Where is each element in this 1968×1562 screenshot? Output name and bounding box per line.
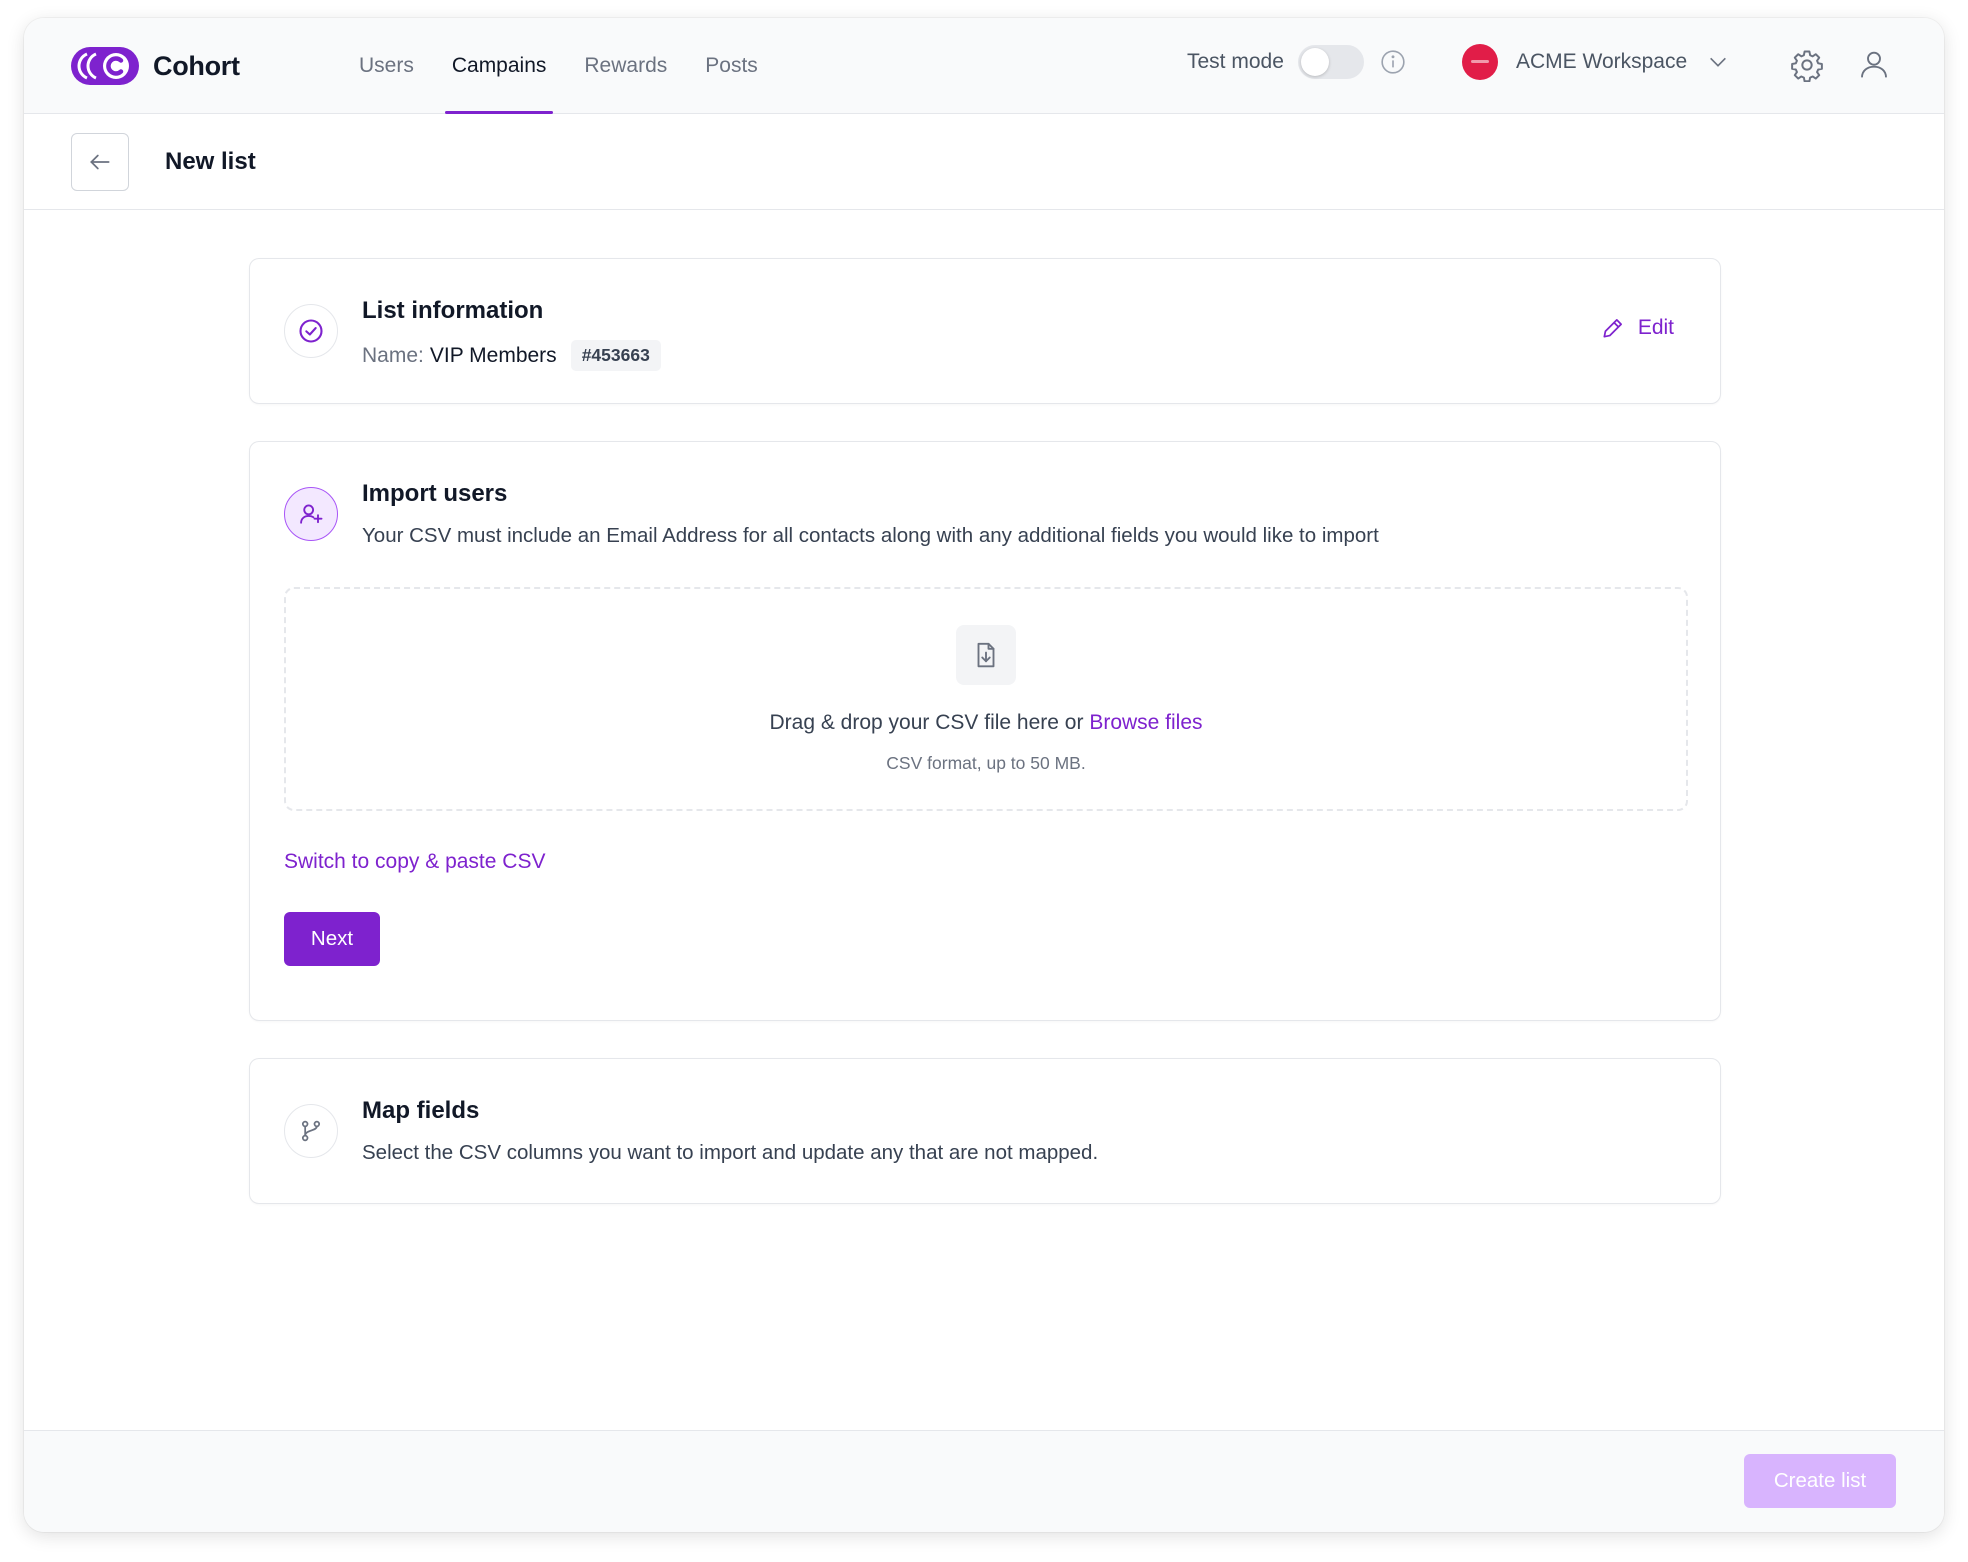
app-window: Cohort Users Campains Rewards Posts Test… — [24, 18, 1944, 1532]
page-title: New list — [165, 148, 256, 175]
pencil-icon — [1603, 319, 1622, 338]
page-header: New list — [24, 114, 1944, 210]
back-button[interactable] — [71, 133, 129, 191]
tab-rewards[interactable]: Rewards — [565, 18, 686, 114]
app-name: Cohort — [153, 50, 240, 81]
top-navigation: Cohort Users Campains Rewards Posts Test… — [24, 18, 1944, 114]
gear-icon[interactable] — [1790, 48, 1824, 82]
cohort-logo-icon — [71, 47, 139, 85]
logo[interactable]: Cohort — [71, 47, 240, 85]
name-label: Name: — [362, 343, 424, 367]
map-fields-title: Map fields — [362, 1097, 480, 1124]
map-fields-card: Map fields Select the CSV columns you wa… — [249, 1058, 1721, 1204]
list-id-badge: #453663 — [570, 340, 661, 371]
info-icon[interactable] — [1380, 49, 1406, 75]
map-fields-description: Select the CSV columns you want to impor… — [362, 1141, 1099, 1164]
list-info-title: List information — [362, 297, 544, 324]
next-button[interactable]: Next — [284, 912, 380, 966]
import-users-card: Import users Your CSV must include an Em… — [249, 441, 1721, 1021]
workspace-switcher[interactable]: ACME Workspace — [1462, 44, 1729, 80]
dropzone-text-line: Drag & drop your CSV file here or Browse… — [286, 711, 1686, 735]
list-name-line: Name: VIP Members #453663 — [362, 340, 661, 371]
toggle-knob — [1300, 48, 1329, 76]
workspace-name: ACME Workspace — [1516, 50, 1688, 73]
check-circle-icon — [299, 319, 323, 343]
arrow-left-icon — [90, 154, 110, 170]
edit-label: Edit — [1637, 316, 1674, 339]
edit-button[interactable]: Edit — [1600, 315, 1674, 341]
import-users-description: Your CSV must include an Email Address f… — [362, 524, 1379, 547]
import-users-title: Import users — [362, 480, 508, 507]
tab-campains[interactable]: Campains — [433, 18, 566, 114]
test-mode: Test mode — [1187, 45, 1406, 79]
dropzone-text: Drag & drop your CSV file here or — [769, 711, 1084, 734]
switch-to-paste-link[interactable]: Switch to copy & paste CSV — [284, 850, 545, 874]
list-information-card: List information Name: VIP Members #4536… — [249, 258, 1721, 404]
csv-dropzone[interactable]: Drag & drop your CSV file here or Browse… — [284, 587, 1688, 811]
file-download-icon — [977, 642, 995, 668]
user-icon[interactable] — [1858, 48, 1890, 80]
list-info-status — [284, 304, 338, 358]
tab-users[interactable]: Users — [340, 18, 433, 114]
tab-posts[interactable]: Posts — [686, 18, 777, 114]
chevron-down-icon — [1710, 57, 1727, 67]
name-value: VIP Members — [429, 343, 557, 367]
dropzone-subtext: CSV format, up to 50 MB. — [886, 753, 1086, 773]
nav-tabs: Users Campains Rewards Posts — [340, 18, 777, 114]
user-plus-icon — [300, 504, 323, 524]
import-users-status — [284, 487, 338, 541]
test-mode-label: Test mode — [1187, 50, 1284, 73]
git-branch-icon — [301, 1120, 321, 1142]
workspace-avatar — [1462, 44, 1498, 80]
map-fields-status — [284, 1104, 338, 1158]
create-list-button[interactable]: Create list — [1744, 1454, 1896, 1508]
browse-files-link[interactable]: Browse files — [1089, 711, 1202, 734]
footer: Create list — [24, 1430, 1944, 1532]
test-mode-toggle[interactable] — [1297, 45, 1364, 79]
file-icon-box — [956, 625, 1016, 685]
